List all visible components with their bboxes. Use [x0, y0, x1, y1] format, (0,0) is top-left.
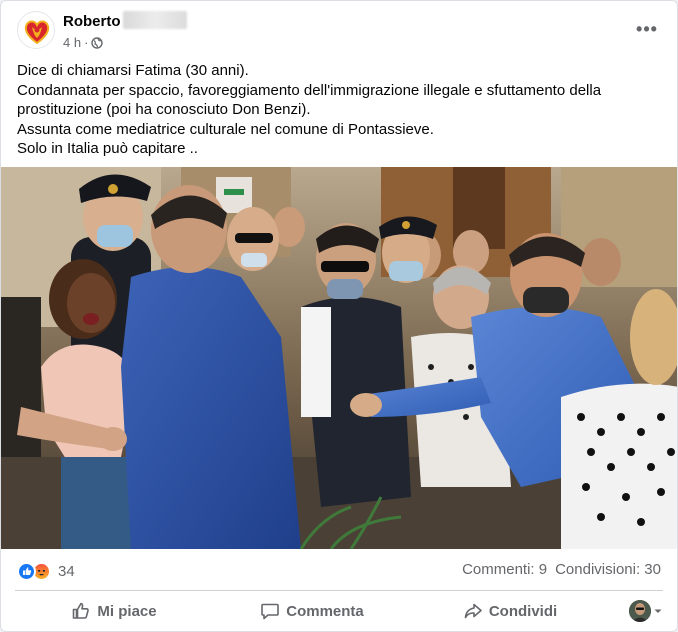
comment-button-label: Commenta [286, 602, 364, 620]
post-text-line: prostituzione (poi ha conosciuto Don Ben… [17, 101, 311, 118]
like-button-label: Mi piace [97, 602, 157, 620]
post-photo[interactable] [1, 167, 677, 549]
post-actions: Mi piace Commenta Condividi [15, 593, 663, 629]
like-reaction-icon [17, 561, 36, 581]
post-stats: Commenti: 9 Condivisioni: 30 [462, 561, 661, 578]
speech-bubble-icon [261, 603, 280, 620]
globe-icon[interactable] [91, 36, 104, 49]
share-button-label: Condividi [488, 602, 558, 620]
like-button[interactable]: Mi piace [15, 594, 213, 628]
author-name[interactable]: Roberto [63, 13, 121, 30]
profile-avatar [629, 600, 651, 622]
post-text: Dice di chiamarsi Fatima (30 anni). Cond… [17, 61, 661, 159]
actions-divider [15, 590, 663, 591]
post-meta: 4 h · [63, 35, 104, 50]
thumbs-up-icon [73, 602, 90, 619]
more-options-button[interactable]: ••• [631, 15, 663, 43]
reaction-count: 34 [58, 562, 75, 580]
post-text-line: Condannata per spaccio, favoreggiamento … [17, 81, 602, 99]
chevron-down-icon [654, 609, 662, 613]
reaction-profile-selector[interactable] [609, 600, 663, 622]
comment-button[interactable]: Commenta [213, 594, 411, 628]
crowd-scene-image [1, 167, 677, 549]
post-header: Roberto 4 h · ••• [15, 11, 663, 55]
share-arrow-icon [464, 603, 482, 619]
heart-logo-icon [19, 13, 54, 48]
blurred-surname [123, 11, 187, 29]
reactions-summary[interactable]: 34 [17, 559, 75, 583]
post-text-line: Dice di chiamarsi Fatima (30 anni). [17, 62, 249, 79]
post-text-line: Solo in Italia può capitare .. [17, 140, 198, 157]
author-avatar[interactable] [17, 11, 55, 49]
post-card: Roberto 4 h · ••• Dice di chiamarsi Fati… [0, 0, 678, 632]
meta-separator: · [84, 35, 89, 50]
post-text-line: Assunta come mediatrice culturale nel co… [17, 120, 434, 138]
shares-count-link[interactable]: Condivisioni: 30 [555, 561, 661, 578]
share-button[interactable]: Condividi [411, 594, 609, 628]
post-time[interactable]: 4 h [63, 35, 81, 50]
comments-count-link[interactable]: Commenti: 9 [462, 561, 547, 578]
